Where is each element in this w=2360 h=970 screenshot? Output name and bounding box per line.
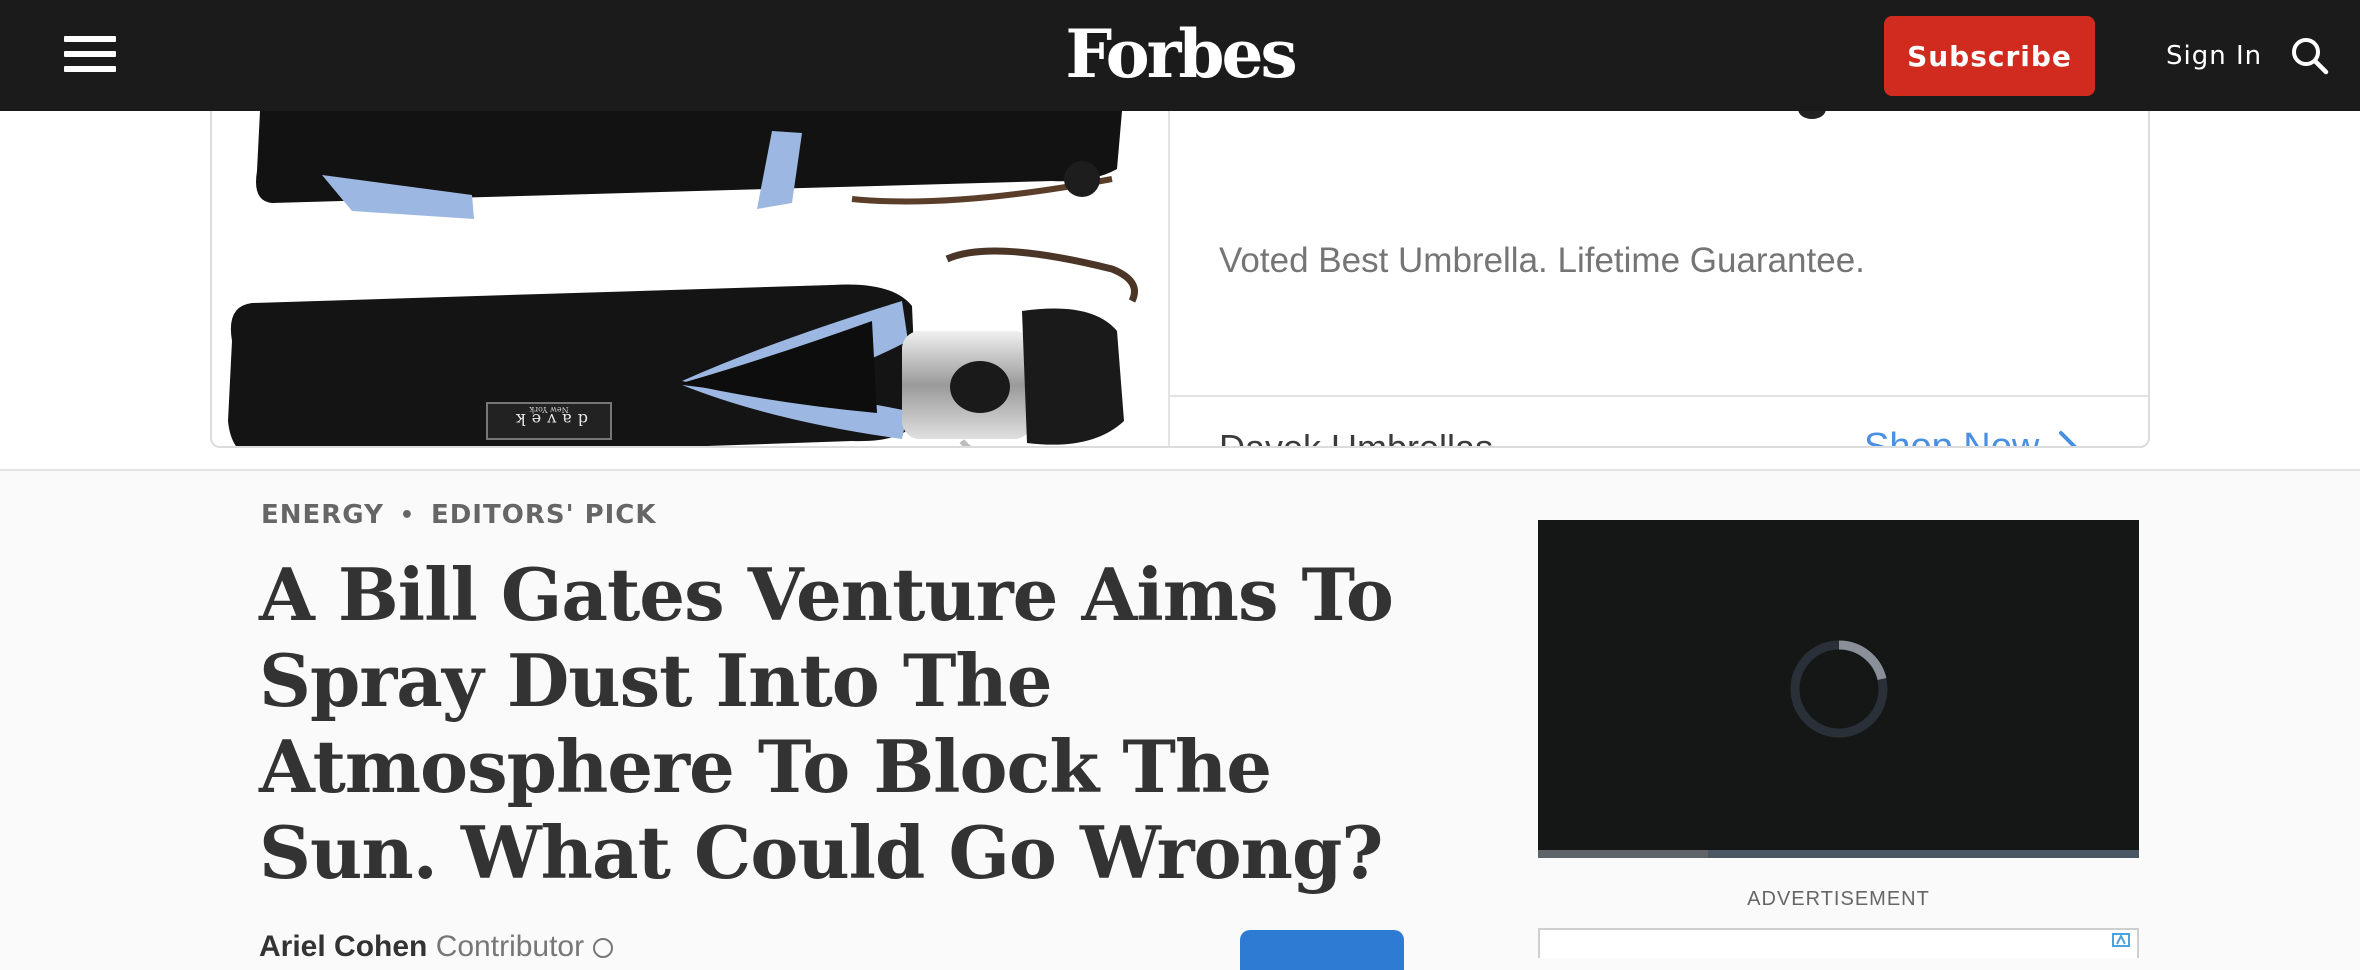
author-name[interactable]: Ariel Cohen bbox=[259, 930, 427, 963]
author-role: Contributor bbox=[435, 930, 585, 963]
menu-icon[interactable] bbox=[64, 36, 116, 72]
advertisement-label: ADVERTISEMENT bbox=[1747, 888, 1930, 910]
top-ad-banner: davek New York Voted Best Umbrella. Life… bbox=[0, 91, 2360, 471]
top-navigation-bar: Forbes Subscribe Sign In bbox=[0, 0, 2360, 111]
video-player[interactable] bbox=[1538, 520, 2139, 858]
sidebar-advertisement[interactable] bbox=[1538, 928, 2139, 958]
ad-divider bbox=[1170, 395, 2148, 397]
shop-now-button[interactable]: Shop Now bbox=[1864, 423, 2079, 448]
follow-author-button[interactable] bbox=[1240, 930, 1404, 970]
editors-pick-link[interactable]: EDITORS' PICK bbox=[431, 500, 657, 530]
davek-product-sublabel: New York bbox=[529, 405, 568, 414]
separator-dot: • bbox=[399, 502, 415, 528]
article-kicker: ENERGY • EDITORS' PICK bbox=[261, 500, 657, 530]
loading-spinner-icon bbox=[1789, 639, 1889, 739]
ad-tagline: Voted Best Umbrella. Lifetime Guarantee. bbox=[1219, 241, 1865, 280]
video-buffer-bar bbox=[1538, 850, 1708, 858]
subscribe-button[interactable]: Subscribe bbox=[1884, 16, 2095, 96]
forbes-logo[interactable]: Forbes bbox=[1000, 12, 1360, 96]
sponsored-ad-card[interactable]: davek New York Voted Best Umbrella. Life… bbox=[210, 91, 2150, 448]
shop-now-label: Shop Now bbox=[1864, 425, 2040, 448]
sign-in-link[interactable]: Sign In bbox=[2166, 36, 2262, 76]
article-headline: A Bill Gates Venture Aims To Spray Dust … bbox=[259, 552, 1394, 895]
chevron-right-icon bbox=[2059, 431, 2078, 446]
article-byline: Ariel Cohen Contributor bbox=[259, 930, 614, 964]
search-icon[interactable] bbox=[2290, 36, 2330, 76]
info-circle-icon[interactable] bbox=[592, 937, 614, 959]
category-link[interactable]: ENERGY bbox=[261, 500, 384, 530]
ad-brand-name[interactable]: Davek Umbrellas bbox=[1219, 427, 1493, 446]
umbrella-product-image[interactable]: davek New York bbox=[212, 91, 1168, 446]
